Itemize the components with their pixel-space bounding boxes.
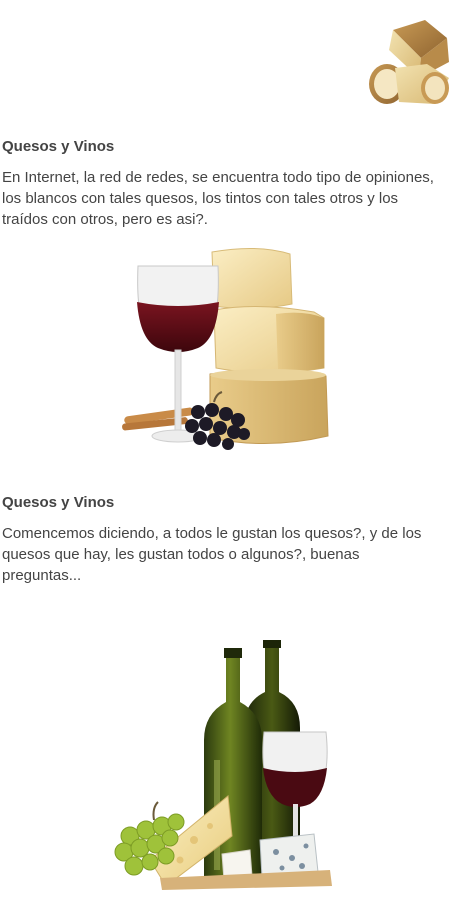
article-title[interactable]: Quesos y Vinos	[2, 494, 114, 511]
cheese-thumbnail-image	[365, 16, 455, 108]
article-title[interactable]: Quesos y Vinos	[2, 138, 114, 155]
wine-bottles-cheese-grapes-image	[110, 640, 335, 890]
article-summary[interactable]: En Internet, la red de redes, se encuent…	[2, 167, 442, 230]
red-wine-glass-cheese-image	[118, 244, 333, 454]
article-summary[interactable]: Comencemos diciendo, a todos le gustan l…	[2, 523, 442, 586]
